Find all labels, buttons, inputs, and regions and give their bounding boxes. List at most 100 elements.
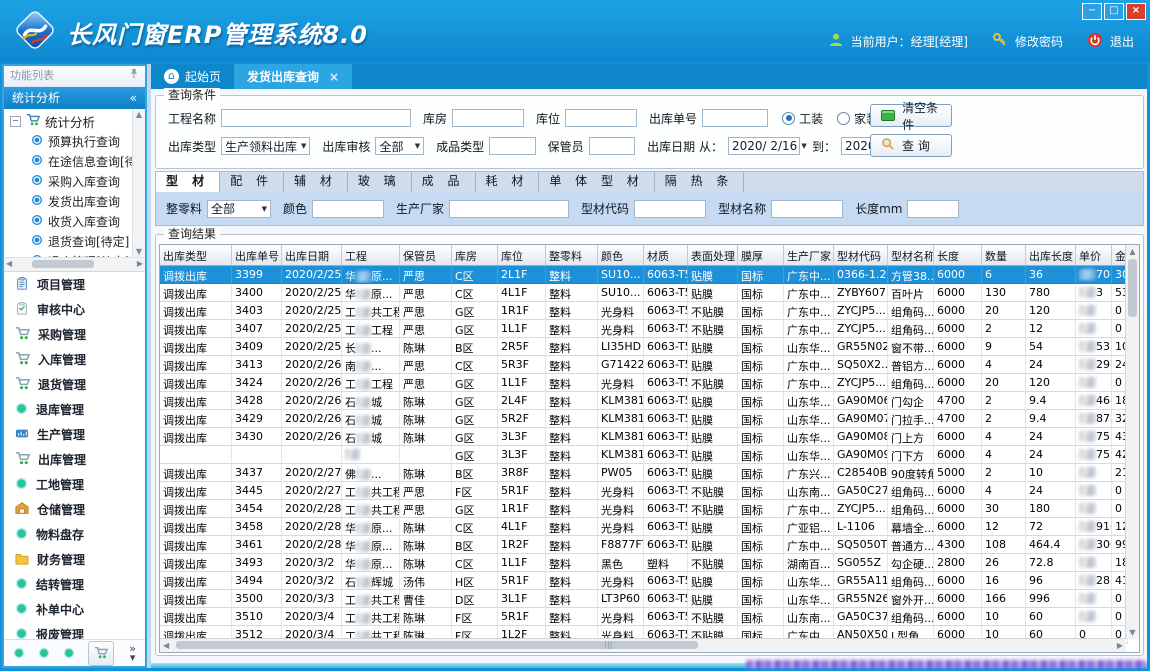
material-tab-0[interactable]: 型 材 xyxy=(156,172,220,192)
clear-conditions-button[interactable]: 清空条件 xyxy=(870,104,952,127)
column-header-9[interactable]: 材质 xyxy=(644,245,688,265)
table-row[interactable]: 调拨出库35102020/3/4工共工程陈琳F区5R1F整料光身料6063-T5… xyxy=(160,608,1139,626)
sidebar-item-8[interactable]: 工地管理 xyxy=(4,472,145,497)
dot-icon[interactable] xyxy=(13,644,25,663)
tree-expander-icon[interactable]: − xyxy=(10,116,21,127)
material-tab-7[interactable]: 隔 热 条 xyxy=(655,172,745,192)
table-horizontal-scrollbar[interactable]: ◀ ||| ▶ xyxy=(160,638,1126,652)
minimize-button[interactable]: − xyxy=(1082,3,1102,20)
sidebar-item-1[interactable]: 审核中心 xyxy=(4,297,145,322)
sidebar-item-5[interactable]: 退库管理 xyxy=(4,397,145,422)
whole-part-select[interactable]: 全部▼ xyxy=(207,200,271,218)
sidebar-item-13[interactable]: 补单中心 xyxy=(4,597,145,622)
material-tab-3[interactable]: 玻 璃 xyxy=(348,172,412,192)
table-row[interactable]: 调拨出库34612020/2/28华原...陈琳B区1R2F整料F8877FT6… xyxy=(160,536,1139,554)
table-row[interactable]: 调拨出库35002020/3/3工共工程曹佳D区3L1F整料LT3P606063… xyxy=(160,590,1139,608)
table-row[interactable]: 调拨出库33992020/2/25华原...严思C区2L1F整料SU10...6… xyxy=(160,266,1139,284)
color-input[interactable] xyxy=(312,200,384,218)
column-header-1[interactable]: 出库单号 xyxy=(232,245,282,265)
tab-0[interactable]: ⌂起始页 xyxy=(151,64,234,89)
sidebar-item-3[interactable]: 入库管理 xyxy=(4,347,145,372)
column-header-14[interactable]: 型材名称 xyxy=(888,245,934,265)
date-from-select[interactable]: 2020/ 2/16▼ xyxy=(728,137,800,155)
scroll-right-icon[interactable]: ▶ xyxy=(137,259,143,268)
table-row[interactable]: 调拨出库34372020/2/27佛...陈琳B区3R8F整料PW056063-… xyxy=(160,464,1139,482)
tree-item-1[interactable]: 在途信息查询[待 xyxy=(4,151,132,171)
tree-item-3[interactable]: 发货出库查询 xyxy=(4,191,132,211)
order-no-input[interactable] xyxy=(702,109,768,127)
dot-icon[interactable] xyxy=(38,644,50,663)
column-header-4[interactable]: 保管员 xyxy=(400,245,452,265)
close-button[interactable]: × xyxy=(1126,3,1146,20)
tree-horizontal-scrollbar[interactable]: ◀ ▶ xyxy=(4,257,145,272)
more-chevron[interactable]: »▾ xyxy=(129,644,136,662)
scroll-right-icon[interactable]: ▶ xyxy=(1117,641,1123,650)
table-row[interactable]: 调拨出库34582020/2/28华原...陈琳C区4L1F整料光身料6063-… xyxy=(160,518,1139,536)
column-header-3[interactable]: 工程 xyxy=(342,245,400,265)
scroll-left-icon[interactable]: ◀ xyxy=(163,641,169,650)
tree-root-statistics[interactable]: − 统计分析 xyxy=(4,111,132,131)
tree-item-0[interactable]: 预算执行查询 xyxy=(4,131,132,151)
profile-code-input[interactable] xyxy=(634,200,706,218)
radio-gongzhuang[interactable]: 工装 xyxy=(782,110,823,127)
collapse-icon[interactable]: « xyxy=(130,87,137,109)
column-header-16[interactable]: 数量 xyxy=(982,245,1026,265)
table-row[interactable]: 调拨出库34292020/2/26石城陈琳G区5R2F整料KLM38176063… xyxy=(160,410,1139,428)
sidebar-item-7[interactable]: 出库管理 xyxy=(4,447,145,472)
table-row[interactable]: 调拨出库34282020/2/26石城陈琳G区2L4F整料KLM38176063… xyxy=(160,392,1139,410)
material-tab-6[interactable]: 单 体 型 材 xyxy=(539,172,654,192)
column-header-8[interactable]: 颜色 xyxy=(598,245,644,265)
column-header-12[interactable]: 生产厂家 xyxy=(784,245,834,265)
column-header-7[interactable]: 整零料 xyxy=(546,245,598,265)
sidebar-item-9[interactable]: 仓储管理 xyxy=(4,497,145,522)
tab-1[interactable]: 发货出库查询× xyxy=(234,64,352,89)
dot-icon[interactable] xyxy=(63,644,75,663)
material-tab-5[interactable]: 耗 材 xyxy=(476,172,540,192)
tree-vertical-scrollbar[interactable]: ▲▼ xyxy=(132,109,145,257)
project-name-input[interactable] xyxy=(221,109,411,127)
sidebar-item-14[interactable]: 报废管理 xyxy=(4,622,145,639)
logout-link[interactable]: 退出 xyxy=(1110,33,1134,50)
scroll-up-icon[interactable]: ▲ xyxy=(1126,247,1139,256)
table-row[interactable]: 调拨出库34032020/2/25工共工程严思G区1R1F整料光身料6063-T… xyxy=(160,302,1139,320)
cart-button[interactable] xyxy=(88,641,114,666)
audit-select[interactable]: 全部▼ xyxy=(375,137,424,155)
table-row[interactable]: 调拨出库34002020/2/25华原...严思C区4L1F整料SU10...6… xyxy=(160,284,1139,302)
sidebar-item-6[interactable]: 生产管理 xyxy=(4,422,145,447)
column-header-6[interactable]: 库位 xyxy=(498,245,546,265)
out-type-select[interactable]: 生产领料出库▼ xyxy=(221,137,310,155)
section-header-statistics[interactable]: 统计分析 « xyxy=(4,87,145,109)
column-header-5[interactable]: 库房 xyxy=(452,245,498,265)
column-header-2[interactable]: 出库日期 xyxy=(282,245,342,265)
sidebar-item-0[interactable]: 项目管理 xyxy=(4,272,145,297)
sidebar-item-12[interactable]: 结转管理 xyxy=(4,572,145,597)
maximize-button[interactable]: □ xyxy=(1104,3,1124,20)
table-row[interactable]: 调拨出库34072020/2/25工工程严思G区1L1F整料光身料6063-T5… xyxy=(160,320,1139,338)
keeper-input[interactable] xyxy=(589,137,635,155)
column-header-15[interactable]: 长度 xyxy=(934,245,982,265)
column-header-0[interactable]: 出库类型 xyxy=(160,245,232,265)
column-header-11[interactable]: 膜厚 xyxy=(738,245,784,265)
location-input[interactable] xyxy=(565,109,637,127)
pin-icon[interactable] xyxy=(129,66,139,86)
table-row[interactable]: 调拨出库34542020/2/28工共工程严思G区1R1F整料光身料6063-T… xyxy=(160,500,1139,518)
tree-item-5[interactable]: 退货查询[待定] xyxy=(4,231,132,251)
sidebar-item-2[interactable]: 采购管理 xyxy=(4,322,145,347)
column-header-17[interactable]: 出库长度 xyxy=(1026,245,1076,265)
length-input[interactable] xyxy=(907,200,959,218)
table-row[interactable]: 调拨出库34132020/2/26南...严思C区5R3F整料G71422606… xyxy=(160,356,1139,374)
material-tab-1[interactable]: 配 件 xyxy=(220,172,284,192)
table-row[interactable]: 调拨出库34242020/2/26工工程严思G区1L1F整料光身料6063-T5… xyxy=(160,374,1139,392)
scroll-down-icon[interactable]: ▼ xyxy=(1126,628,1139,637)
warehouse-input[interactable] xyxy=(452,109,524,127)
table-row[interactable]: 调拨出库34932020/3/2华原...陈琳C区1L1F整料黑色塑料不贴膜国标… xyxy=(160,554,1139,572)
sidebar-item-4[interactable]: 退货管理 xyxy=(4,372,145,397)
table-row[interactable]: 调拨出库34302020/2/26石城陈琳G区3L3F整料KLM38176063… xyxy=(160,428,1139,446)
material-tab-2[interactable]: 辅 材 xyxy=(284,172,348,192)
tab-close-icon[interactable]: × xyxy=(329,70,339,84)
table-row[interactable]: 调拨出库34452020/2/27工共工程严思F区5R1F整料光身料6063-T… xyxy=(160,482,1139,500)
table-vertical-scrollbar[interactable]: ▲ ▼ xyxy=(1125,245,1139,639)
material-tab-4[interactable]: 成 品 xyxy=(412,172,476,192)
column-header-18[interactable]: 单价 xyxy=(1076,245,1112,265)
scroll-left-icon[interactable]: ◀ xyxy=(6,259,12,268)
